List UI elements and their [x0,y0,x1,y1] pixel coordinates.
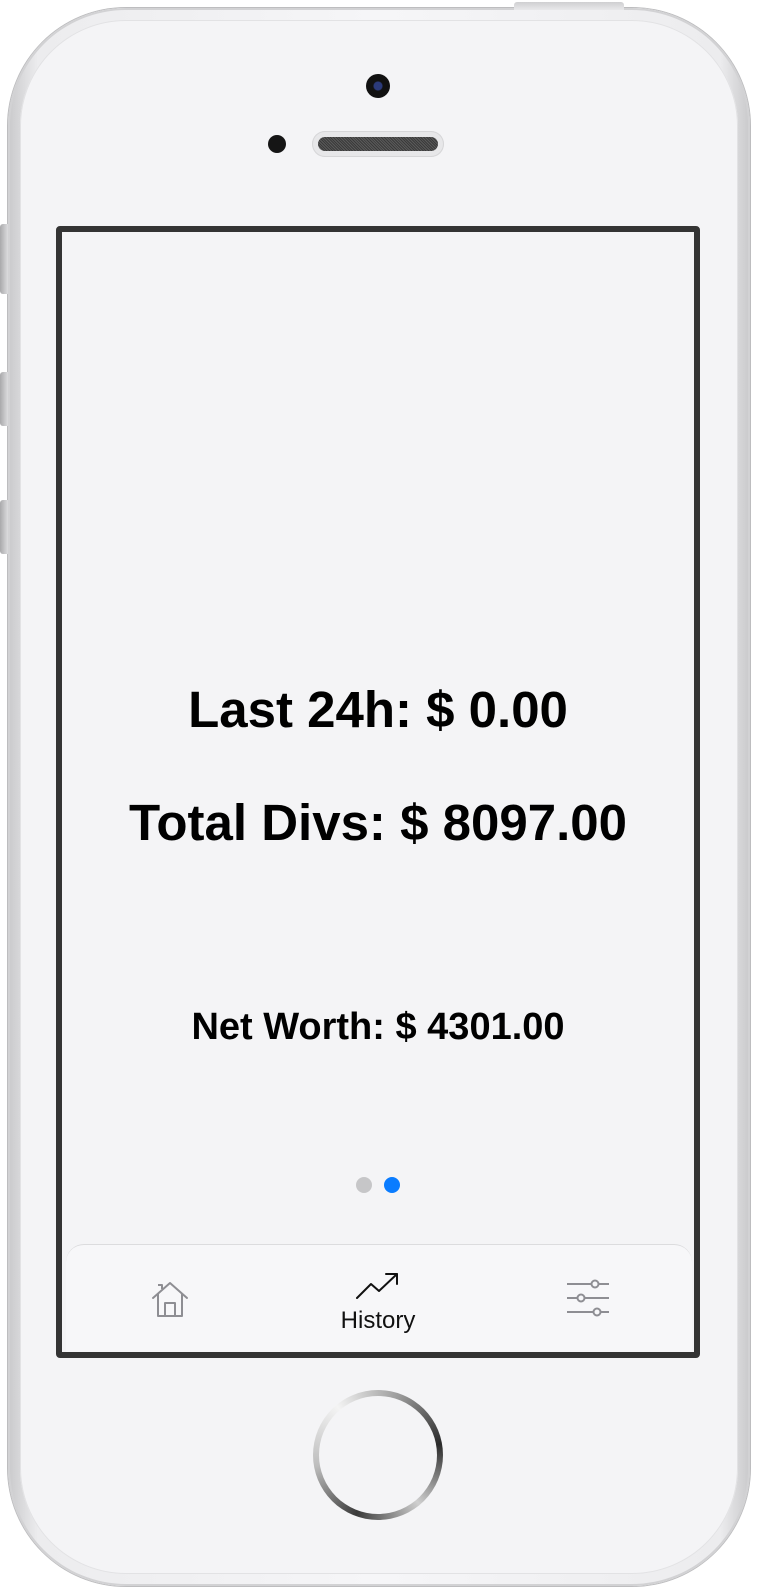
trend-up-icon [356,1273,398,1299]
page-dot-2[interactable] [384,1177,400,1193]
app-screen: Last 24h: $ 0.00 Total Divs: $ 8097.00 N… [56,226,700,1358]
tab-history-label: History [340,1307,416,1334]
tab-settings[interactable] [508,1245,668,1352]
tab-history[interactable]: History [298,1245,458,1352]
total-divs-value: Total Divs: $ 8097.00 [129,794,627,851]
home-button[interactable] [313,1390,443,1520]
power-button [514,2,624,10]
home-button-face [319,1396,437,1514]
net-worth-value: Net Worth: $ 4301.00 [191,1006,565,1048]
page-dot-1[interactable] [356,1177,372,1193]
sliders-icon [567,1279,609,1317]
tab-home[interactable] [90,1245,250,1352]
proximity-sensor [268,135,286,153]
volume-up-button [0,372,8,426]
volume-down-button [0,500,8,554]
mute-switch [0,224,8,294]
earpiece-speaker [312,131,444,157]
last-24h-value: Last 24h: $ 0.00 [188,681,568,738]
page-indicator[interactable] [62,1177,694,1193]
home-icon [152,1282,188,1317]
tab-bar: History [66,1244,692,1352]
front-camera [366,74,390,98]
speaker-grill [318,137,438,151]
